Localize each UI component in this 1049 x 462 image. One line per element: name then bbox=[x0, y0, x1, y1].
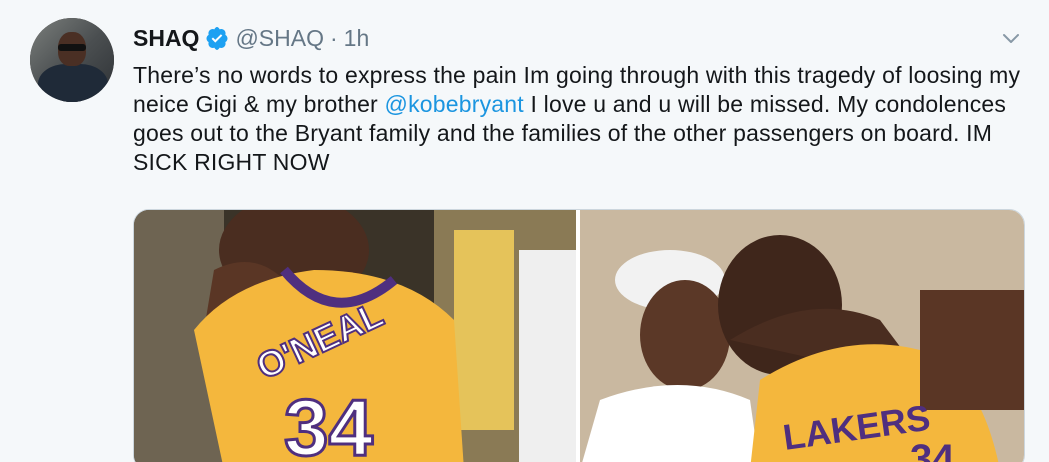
jersey-number-left: 34 bbox=[284, 383, 373, 462]
author-handle[interactable]: @SHAQ bbox=[235, 24, 324, 52]
separator-dot: · bbox=[329, 25, 338, 51]
tweet-card[interactable]: SHAQ @SHAQ · 1h There’s no words to expr… bbox=[0, 0, 1049, 462]
photo-right[interactable]: LAKERS 34 bbox=[580, 210, 1024, 462]
mention-link[interactable]: @kobebryant bbox=[385, 91, 524, 117]
tweet-media[interactable]: O'NEAL 34 LAKERS 34 bbox=[133, 209, 1025, 462]
avatar-body bbox=[38, 64, 108, 102]
verified-icon bbox=[206, 27, 228, 50]
tweet-timestamp[interactable]: 1h bbox=[344, 24, 370, 52]
avatar[interactable] bbox=[30, 18, 114, 102]
author-name[interactable]: SHAQ bbox=[133, 24, 199, 52]
avatar-sunglasses bbox=[58, 44, 86, 51]
shaq-jersey-photo: O'NEAL 34 bbox=[134, 210, 576, 462]
kobe-shaq-photo: LAKERS 34 bbox=[580, 210, 1024, 462]
tweet-text: There’s no words to express the pain Im … bbox=[133, 61, 1023, 177]
chevron-down-icon[interactable] bbox=[1001, 28, 1021, 48]
jersey-number-right: 34 bbox=[910, 437, 955, 462]
tweet-header: SHAQ @SHAQ · 1h bbox=[133, 24, 369, 52]
photo-left[interactable]: O'NEAL 34 bbox=[134, 210, 576, 462]
